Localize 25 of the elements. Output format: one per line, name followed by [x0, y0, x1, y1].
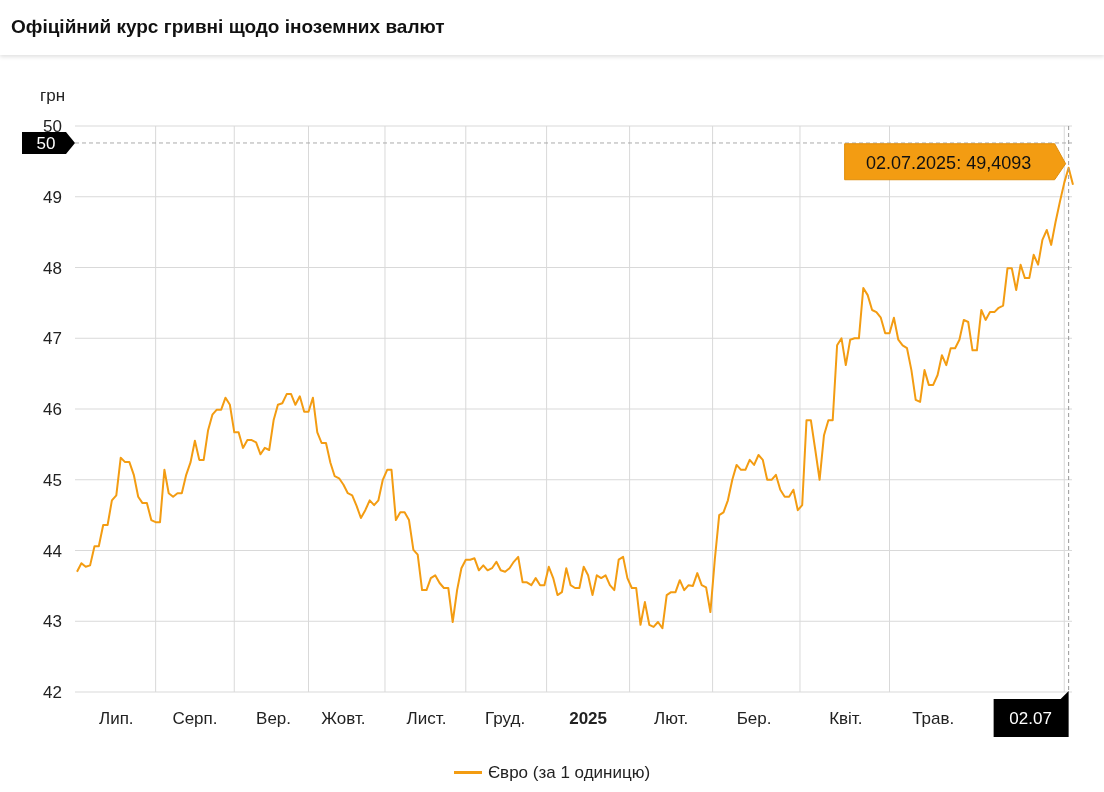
crosshair-value-label: 50 — [22, 132, 75, 154]
y-axis-label: грн — [40, 86, 66, 105]
x-tick-label: Лют. — [654, 709, 689, 728]
x-tick-label: Жовт. — [321, 709, 366, 728]
y-tick-label: 42 — [43, 683, 62, 702]
page-title: Офіційний курс гривні щодо іноземних валют — [11, 15, 445, 40]
x-tick-label: Бер. — [736, 709, 772, 728]
x-tick-label: Лип. — [99, 709, 134, 728]
x-tick-label: Лист. — [406, 709, 447, 728]
x-tick-label: Вер. — [256, 709, 292, 728]
x-tick-label: Квіт. — [829, 709, 863, 728]
x-tick-label: 2025 — [569, 709, 607, 728]
crosshair-date-label: 02.07 — [993, 691, 1069, 737]
legend-label[interactable]: Євро (за 1 одиницю) — [487, 760, 651, 786]
y-tick-label: 47 — [43, 329, 62, 349]
y-tick-label: 49 — [43, 187, 62, 207]
tooltip: 02.07.2025: 49,4093 — [844, 143, 1067, 181]
y-tick-label: 44 — [43, 541, 62, 561]
x-tick-label: Серп. — [172, 709, 218, 728]
x-tick-label: Груд. — [485, 709, 526, 728]
y-tick-label: 45 — [43, 470, 62, 490]
y-tick-label: 46 — [43, 400, 62, 419]
y-tick-label: 48 — [43, 258, 62, 278]
y-tick-label: 43 — [43, 612, 62, 632]
x-tick-label: Трав. — [912, 709, 955, 728]
